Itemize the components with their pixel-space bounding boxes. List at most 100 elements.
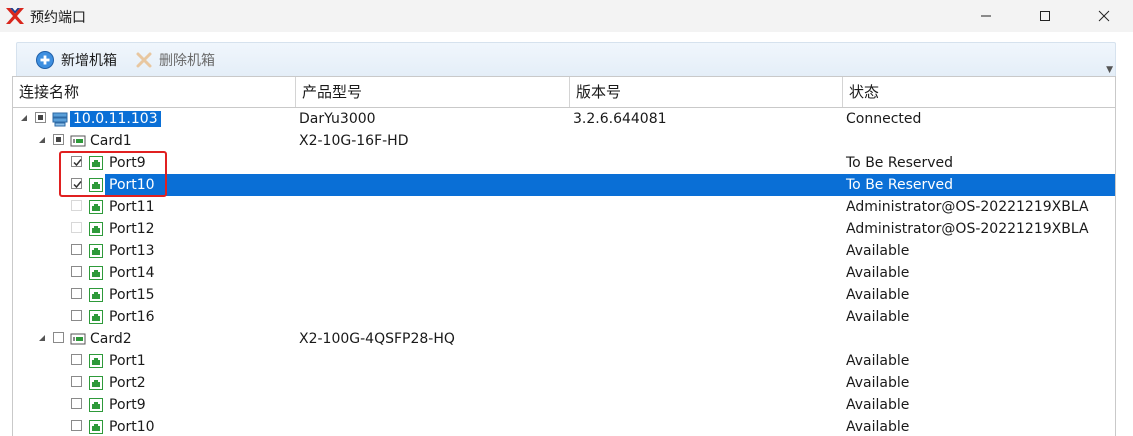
- port-name: Port9: [109, 397, 146, 413]
- column-header-connection-name[interactable]: 连接名称: [13, 77, 296, 107]
- port-checkbox-disabled: [71, 222, 82, 233]
- port-checkbox[interactable]: [71, 244, 82, 255]
- port-name: Port2: [109, 375, 146, 391]
- port-icon: [89, 200, 103, 214]
- collapse-arrow-icon[interactable]: [19, 113, 29, 123]
- tree-rows: 10.0.11.103 DarYu3000 3.2.6.644081 Conne…: [13, 108, 1115, 436]
- tree-row-port[interactable]: Port2 Available: [13, 372, 1115, 394]
- port-checkbox[interactable]: [71, 354, 82, 365]
- chassis-status: Connected: [846, 111, 922, 127]
- maximize-button[interactable]: [1022, 0, 1068, 32]
- port-checkbox[interactable]: [71, 310, 82, 321]
- table-header: 连接名称 产品型号 版本号 状态: [13, 76, 1115, 108]
- tree-row-card1[interactable]: Card1 X2-10G-16F-HD: [13, 130, 1115, 152]
- port-icon: [89, 398, 103, 412]
- card-icon: [70, 135, 86, 147]
- port-icon: [89, 310, 103, 324]
- port-icon: [89, 376, 103, 390]
- port-name: Port9: [109, 155, 146, 171]
- port-checkbox-disabled: [71, 200, 82, 211]
- minimize-button[interactable]: [963, 0, 1009, 32]
- port-checkbox[interactable]: [71, 156, 82, 167]
- delete-x-icon: [136, 52, 152, 68]
- port-name: Port15: [109, 287, 155, 303]
- checkmark-icon: [73, 159, 82, 167]
- add-circle-icon: [36, 51, 54, 69]
- port-name: Port10: [109, 177, 155, 193]
- port-icon: [89, 288, 103, 302]
- card2-name: Card2: [90, 331, 132, 347]
- close-button[interactable]: [1081, 0, 1127, 32]
- delete-chassis-button[interactable]: 删除机箱: [135, 49, 215, 71]
- tree-row-port[interactable]: Port16 Available: [13, 306, 1115, 328]
- toolbar-overflow-icon[interactable]: ▼: [1106, 65, 1113, 75]
- tree-row-port[interactable]: Port1 Available: [13, 350, 1115, 372]
- port-icon: [89, 178, 103, 192]
- port-checkbox[interactable]: [71, 178, 82, 189]
- port-name: Port16: [109, 309, 155, 325]
- minimize-icon: [981, 15, 991, 17]
- port-status: Available: [846, 243, 910, 259]
- port-checkbox[interactable]: [71, 266, 82, 277]
- chassis-version: 3.2.6.644081: [573, 111, 667, 127]
- tree-row-card2[interactable]: Card2 X2-100G-4QSFP28-HQ: [13, 328, 1115, 350]
- chassis-model: DarYu3000: [299, 111, 376, 127]
- port-checkbox[interactable]: [71, 376, 82, 387]
- card1-name: Card1: [90, 133, 132, 149]
- card2-checkbox[interactable]: [53, 332, 64, 343]
- column-header-product-model[interactable]: 产品型号: [296, 77, 570, 107]
- card1-model: X2-10G-16F-HD: [299, 133, 409, 149]
- port-status: To Be Reserved: [846, 155, 954, 171]
- selection-highlight: [105, 174, 1115, 196]
- port-icon: [89, 244, 103, 258]
- port-name: Port10: [109, 419, 155, 435]
- toolbar: 新增机箱 删除机箱 ▼: [16, 42, 1116, 77]
- port-icon: [89, 354, 103, 368]
- port-name: Port14: [109, 265, 155, 281]
- title-bar: 预约端口: [0, 0, 1133, 32]
- chassis-checkbox[interactable]: [35, 112, 46, 123]
- port-status: Administrator@OS-20221219XBLA: [846, 221, 1089, 237]
- tree-row-port[interactable]: Port10 Available: [13, 416, 1115, 436]
- add-chassis-label: 新增机箱: [61, 53, 117, 69]
- tree-row-port[interactable]: Port12 Administrator@OS-20221219XBLA: [13, 218, 1115, 240]
- port-status: Available: [846, 287, 910, 303]
- port-status: To Be Reserved: [846, 177, 954, 193]
- tree-row-port[interactable]: Port9 Available: [13, 394, 1115, 416]
- card1-checkbox[interactable]: [53, 134, 64, 145]
- close-icon: [1098, 10, 1110, 22]
- add-chassis-button[interactable]: 新增机箱: [35, 49, 117, 71]
- tree-row-port[interactable]: Port11 Administrator@OS-20221219XBLA: [13, 196, 1115, 218]
- tree-row-port[interactable]: Port15 Available: [13, 284, 1115, 306]
- tree-row-port[interactable]: Port14 Available: [13, 262, 1115, 284]
- column-header-status[interactable]: 状态: [843, 77, 1115, 107]
- tree-row-chassis[interactable]: 10.0.11.103 DarYu3000 3.2.6.644081 Conne…: [13, 108, 1115, 130]
- dialog-content: 新增机箱 删除机箱 ▼ 连接名称 产品型号 版本号 状态 10.0.11.103…: [0, 32, 1133, 436]
- port-tree-table: 连接名称 产品型号 版本号 状态 10.0.11.103 DarYu3000 3…: [12, 76, 1116, 436]
- port-checkbox[interactable]: [71, 420, 82, 431]
- port-icon: [89, 222, 103, 236]
- port-status: Available: [846, 353, 910, 369]
- chassis-icon: [52, 112, 68, 127]
- maximize-icon: [1040, 11, 1050, 21]
- port-status: Available: [846, 265, 910, 281]
- tree-row-port[interactable]: Port9 To Be Reserved: [13, 152, 1115, 174]
- port-name: Port1: [109, 353, 146, 369]
- port-status: Available: [846, 397, 910, 413]
- window-title: 预约端口: [30, 10, 86, 26]
- port-icon: [89, 266, 103, 280]
- app-logo-icon: [6, 8, 24, 24]
- chassis-name: 10.0.11.103: [70, 111, 161, 127]
- collapse-arrow-icon[interactable]: [37, 135, 47, 145]
- column-header-version[interactable]: 版本号: [570, 77, 843, 107]
- tree-row-port[interactable]: Port13 Available: [13, 240, 1115, 262]
- port-name: Port11: [109, 199, 155, 215]
- port-status: Available: [846, 375, 910, 391]
- port-checkbox[interactable]: [71, 288, 82, 299]
- collapse-arrow-icon[interactable]: [37, 333, 47, 343]
- port-name: Port13: [109, 243, 155, 259]
- port-name: Port12: [109, 221, 155, 237]
- checkmark-icon: [73, 181, 82, 189]
- tree-row-port-selected[interactable]: Port10 To Be Reserved: [13, 174, 1115, 196]
- port-checkbox[interactable]: [71, 398, 82, 409]
